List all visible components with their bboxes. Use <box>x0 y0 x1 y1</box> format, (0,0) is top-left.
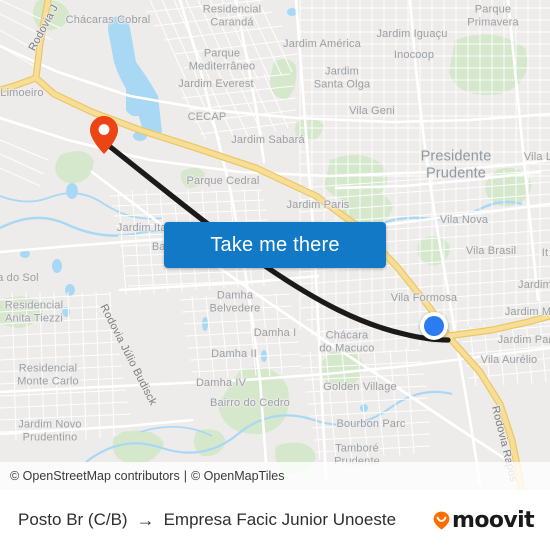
attribution-osm[interactable]: © OpenStreetMap contributors <box>10 469 180 483</box>
moovit-pin-icon <box>433 511 450 530</box>
destination-dot-marker[interactable] <box>420 312 448 340</box>
attribution-separator: | <box>183 469 187 483</box>
route-destination-label: Empresa Facic Junior Unoeste <box>163 510 397 529</box>
route-title: Posto Br (C/B) → Empresa Facic Junior Un… <box>18 510 433 531</box>
moovit-route-screen: Chácaras Cobral Residencial Carandá Parque… <box>0 0 550 550</box>
map-attribution: © OpenStreetMap contributors | © OpenMap… <box>0 462 550 490</box>
moovit-logo[interactable]: moovit <box>433 507 535 533</box>
moovit-wordmark: moovit <box>452 507 535 533</box>
origin-pin-marker[interactable] <box>89 115 119 155</box>
route-footer: Posto Br (C/B) → Empresa Facic Junior Un… <box>0 490 550 550</box>
map-viewport[interactable]: Chácaras Cobral Residencial Carandá Parque… <box>0 0 550 490</box>
route-origin-label: Posto Br (C/B) <box>18 510 128 529</box>
attribution-tiles[interactable]: © OpenMapTiles <box>191 469 285 483</box>
arrow-right-icon: → <box>136 509 155 530</box>
take-me-there-button[interactable]: Take me there <box>164 222 386 268</box>
destination-dot-core <box>424 316 444 336</box>
